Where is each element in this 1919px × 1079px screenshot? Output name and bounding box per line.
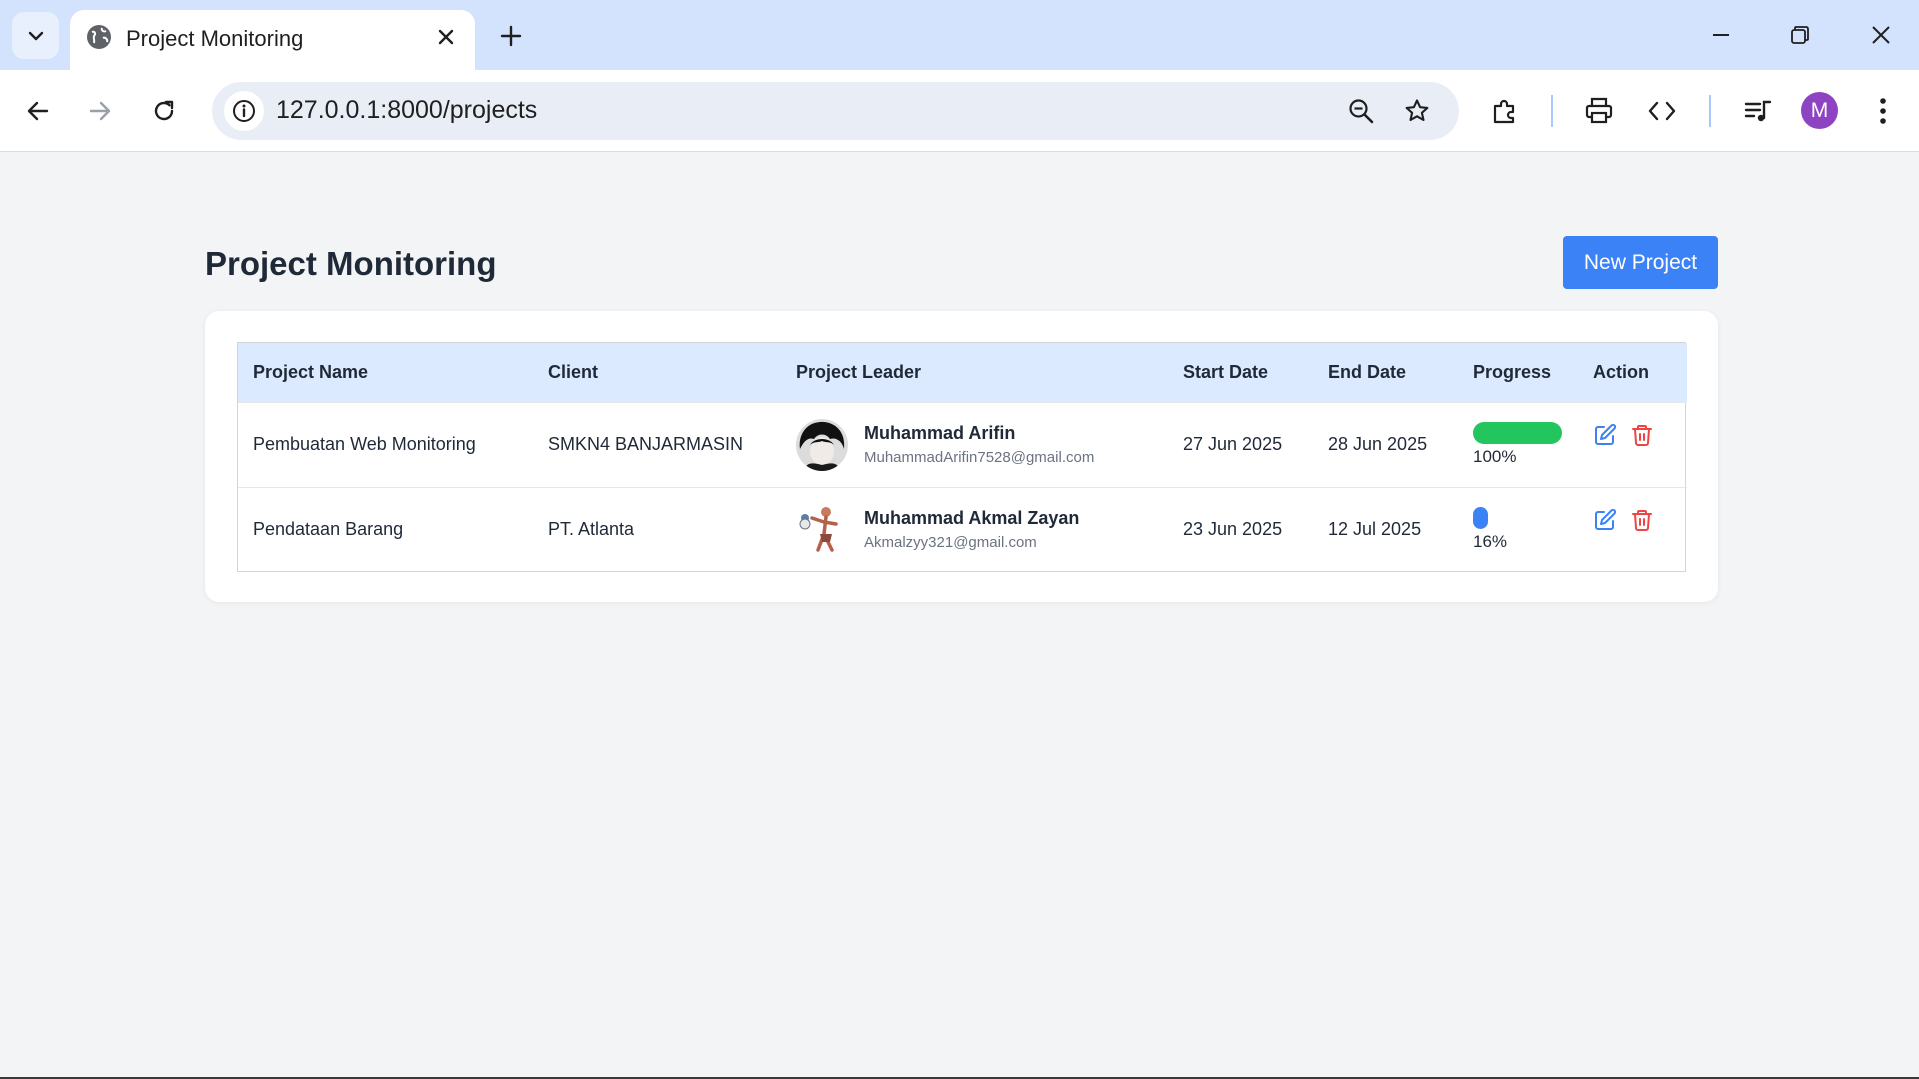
projects-card: Project Name Client Project Leader Start… bbox=[205, 311, 1718, 602]
progress-cell: 16% bbox=[1458, 487, 1578, 572]
tab-title: Project Monitoring bbox=[126, 26, 304, 51]
window-close-button[interactable] bbox=[1851, 12, 1911, 58]
progress-percentage: 16% bbox=[1473, 532, 1508, 552]
browser-menu-button[interactable] bbox=[1861, 89, 1905, 133]
more-vertical-icon bbox=[1880, 98, 1886, 124]
chevron-down-icon bbox=[28, 31, 43, 40]
progress-bar-fill bbox=[1473, 507, 1488, 530]
arrow-left-icon bbox=[27, 101, 49, 121]
leader-email: Akmalzyy321@gmail.com bbox=[864, 534, 1037, 552]
profile-avatar[interactable]: M bbox=[1801, 92, 1838, 129]
restore-icon bbox=[1791, 26, 1809, 44]
client-cell: SMKN4 BANJARMASIN bbox=[548, 434, 744, 454]
back-button[interactable] bbox=[17, 90, 59, 132]
leader-avatar bbox=[796, 503, 848, 556]
code-icon bbox=[1648, 101, 1676, 121]
progress-cell: 100% bbox=[1458, 402, 1578, 487]
action-cell bbox=[1578, 487, 1687, 572]
project-leader-cell: Muhammad Akmal Zayan Akmalzyy321@gmail.c… bbox=[781, 487, 1168, 572]
zoom-button[interactable] bbox=[1341, 91, 1381, 131]
new-project-button[interactable]: New Project bbox=[1563, 236, 1718, 289]
music-queue-icon bbox=[1744, 100, 1772, 122]
restore-button[interactable] bbox=[1770, 12, 1830, 58]
close-icon bbox=[1872, 26, 1890, 44]
column-header-project-leader[interactable]: Project Leader bbox=[781, 343, 1168, 402]
leader-avatar bbox=[796, 418, 848, 471]
page-title: Project Monitoring bbox=[205, 245, 497, 282]
client-cell: PT. Atlanta bbox=[548, 519, 635, 540]
column-header-end-date[interactable]: End Date bbox=[1313, 343, 1458, 402]
active-tab[interactable]: Project Monitoring bbox=[70, 10, 475, 70]
minimize-button[interactable] bbox=[1691, 12, 1751, 58]
reload-button[interactable] bbox=[143, 90, 185, 132]
trash-icon[interactable] bbox=[1630, 423, 1654, 447]
browser-tab-strip: Project Monitoring bbox=[0, 0, 1919, 70]
url-text[interactable]: 127.0.0.1:8000/projects bbox=[276, 96, 537, 125]
reload-icon bbox=[154, 100, 174, 121]
progress-bar bbox=[1473, 422, 1562, 444]
edit-icon[interactable] bbox=[1593, 423, 1617, 447]
arrow-right-icon bbox=[89, 101, 111, 121]
plus-icon bbox=[500, 25, 522, 47]
table-row: Pembuatan Web Monitoring SMKN4 BANJARMAS… bbox=[238, 402, 1687, 487]
projects-table: Project Name Client Project Leader Start… bbox=[238, 343, 1687, 572]
extensions-button[interactable] bbox=[1483, 89, 1527, 133]
start-date-cell: 27 Jun 2025 bbox=[1183, 434, 1283, 454]
project-name-cell: Pembuatan Web Monitoring bbox=[253, 434, 476, 454]
info-icon bbox=[233, 100, 255, 122]
star-icon bbox=[1405, 99, 1429, 122]
browser-toolbar: 127.0.0.1:8000/projects M bbox=[0, 70, 1919, 152]
zoom-out-icon bbox=[1349, 99, 1374, 124]
column-header-project-name[interactable]: Project Name bbox=[238, 343, 533, 402]
site-info-button[interactable] bbox=[224, 91, 264, 131]
tab-search-button[interactable] bbox=[12, 12, 59, 59]
leader-name: Muhammad Akmal Zayan bbox=[864, 508, 1080, 529]
toolbar-divider bbox=[1709, 95, 1711, 127]
print-button[interactable] bbox=[1577, 89, 1621, 133]
project-leader-cell: Muhammad Arifin MuhammadArifin7528@gmail… bbox=[781, 402, 1168, 487]
table-row: Pendataan Barang PT. Atlanta Muhammad Ak… bbox=[238, 487, 1687, 572]
progress-bar-fill bbox=[1473, 422, 1562, 444]
toolbar-divider bbox=[1551, 95, 1553, 127]
close-icon bbox=[438, 29, 454, 45]
bookmark-button[interactable] bbox=[1397, 91, 1437, 131]
column-header-client[interactable]: Client bbox=[533, 343, 781, 402]
action-cell bbox=[1578, 402, 1687, 487]
end-date-cell: 12 Jul 2025 bbox=[1328, 519, 1422, 540]
devtools-button[interactable] bbox=[1640, 89, 1684, 133]
edit-icon[interactable] bbox=[1593, 508, 1617, 532]
tab-close-button[interactable] bbox=[431, 22, 461, 52]
project-name-cell: Pendataan Barang bbox=[253, 519, 404, 540]
start-date-cell: 23 Jun 2025 bbox=[1183, 519, 1283, 540]
address-bar[interactable]: 127.0.0.1:8000/projects bbox=[212, 82, 1459, 140]
table-header-row: Project Name Client Project Leader Start… bbox=[238, 343, 1687, 402]
printer-icon bbox=[1585, 97, 1613, 124]
new-tab-button[interactable] bbox=[490, 17, 532, 55]
forward-button[interactable] bbox=[79, 90, 121, 132]
end-date-cell: 28 Jun 2025 bbox=[1328, 434, 1428, 454]
globe-icon bbox=[87, 25, 111, 49]
column-header-progress[interactable]: Progress bbox=[1458, 343, 1578, 402]
leader-name: Muhammad Arifin bbox=[864, 423, 1016, 443]
column-header-start-date[interactable]: Start Date bbox=[1168, 343, 1313, 402]
media-control-button[interactable] bbox=[1736, 89, 1780, 133]
progress-percentage: 100% bbox=[1473, 447, 1517, 466]
minimize-icon bbox=[1713, 34, 1729, 36]
puzzle-icon bbox=[1493, 99, 1515, 124]
progress-bar bbox=[1473, 507, 1562, 530]
projects-table-wrapper: Project Name Client Project Leader Start… bbox=[237, 342, 1687, 572]
leader-email: MuhammadArifin7528@gmail.com bbox=[864, 449, 1095, 466]
trash-icon[interactable] bbox=[1630, 508, 1654, 532]
column-header-action: Action bbox=[1593, 361, 1649, 382]
